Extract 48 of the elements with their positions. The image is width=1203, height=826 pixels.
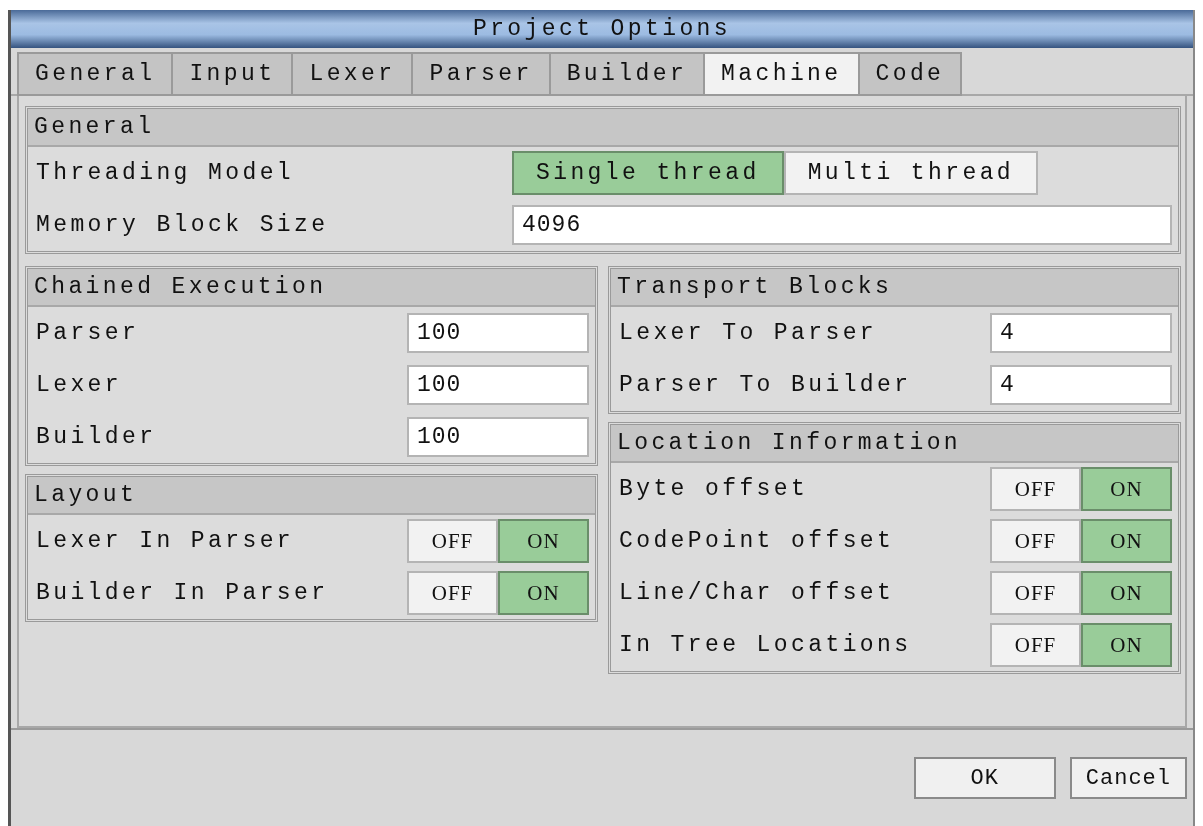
ok-button[interactable]: OK: [913, 757, 1056, 799]
section-title: Location Information: [611, 425, 1178, 463]
section-title: Transport Blocks: [611, 269, 1178, 307]
section-title: Layout: [28, 477, 595, 515]
tab[interactable]: Machine: [703, 52, 860, 96]
tab[interactable]: Lexer: [291, 52, 414, 96]
field-label: Lexer: [36, 372, 122, 398]
tab[interactable]: Builder: [548, 52, 706, 96]
field-label: Memory Block Size: [36, 212, 330, 238]
section-title: General: [28, 109, 1178, 147]
section-title: Chained Execution: [28, 269, 595, 307]
field-label: Threading Model: [36, 160, 296, 186]
field-label: In Tree Locations: [619, 632, 912, 658]
tab[interactable]: Input: [171, 52, 294, 96]
toggle-button[interactable]: ON: [1081, 467, 1172, 511]
input-field[interactable]: 100: [407, 417, 589, 457]
toggle-button[interactable]: OFF: [407, 571, 498, 615]
window-title: Project Options: [11, 10, 1193, 48]
toggle-button[interactable]: ON: [498, 519, 589, 563]
field-label: Line/Char offset: [619, 580, 895, 606]
field-label: Builder: [36, 424, 157, 450]
field-label: CodePoint offset: [619, 528, 895, 554]
tab[interactable]: General: [17, 52, 174, 96]
field-label: Byte offset: [619, 476, 809, 502]
toggle-button[interactable]: ON: [498, 571, 589, 615]
toggle-button[interactable]: ON: [1081, 571, 1172, 615]
toggle-button[interactable]: OFF: [407, 519, 498, 563]
toggle-button[interactable]: ON: [1081, 623, 1172, 667]
toggle-button[interactable]: OFF: [990, 571, 1081, 615]
input-field[interactable]: 100: [407, 365, 589, 405]
field-label: Parser To Builder: [619, 372, 912, 398]
input-field[interactable]: 100: [407, 313, 589, 353]
tab[interactable]: Parser: [411, 52, 551, 96]
cancel-button[interactable]: Cancel: [1069, 757, 1187, 799]
field-label: Builder In Parser: [36, 580, 329, 606]
toggle-button[interactable]: OFF: [990, 519, 1081, 563]
field-label: Parser: [36, 320, 140, 346]
input-field[interactable]: 4: [990, 365, 1172, 405]
option-button[interactable]: Single thread: [512, 151, 784, 195]
field-label: Lexer In Parser: [36, 528, 295, 554]
tab[interactable]: Code: [857, 52, 963, 96]
field-label: Lexer To Parser: [619, 320, 878, 346]
option-button[interactable]: Multi thread: [783, 151, 1039, 195]
input-field[interactable]: 4: [990, 313, 1172, 353]
toggle-button[interactable]: ON: [1081, 519, 1172, 563]
toggle-button[interactable]: OFF: [990, 467, 1081, 511]
toggle-button[interactable]: OFF: [990, 623, 1081, 667]
input-field[interactable]: 4096: [512, 205, 1172, 245]
